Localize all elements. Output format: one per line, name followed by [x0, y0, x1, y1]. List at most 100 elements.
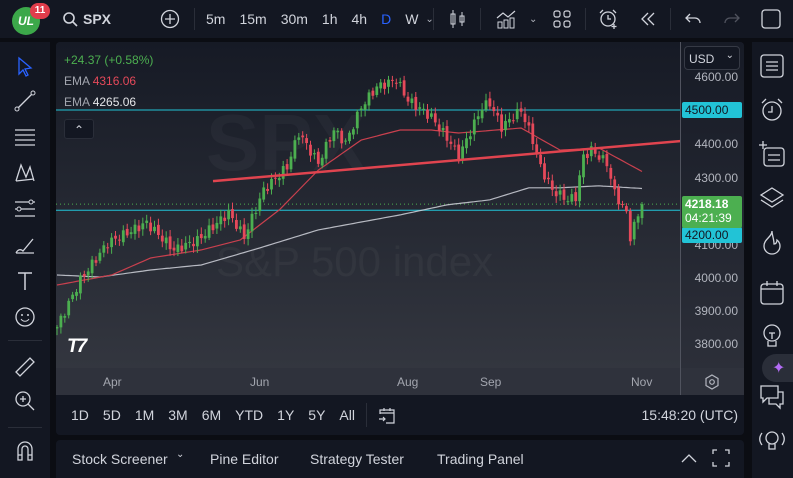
notification-badge[interactable]: 11	[30, 3, 50, 19]
rewind-icon	[641, 12, 655, 26]
candle-body	[613, 179, 617, 190]
zoom-in-icon[interactable]	[13, 389, 37, 413]
price-label: 4300.00	[694, 171, 738, 185]
pattern-icon[interactable]	[13, 161, 37, 185]
chart-type-button[interactable]	[449, 0, 467, 38]
candle-body	[410, 98, 414, 104]
settings-icon[interactable]	[704, 374, 720, 390]
time-axis[interactable]: Apr Jun Aug Sep Nov	[56, 368, 744, 395]
candle-body	[375, 86, 379, 95]
indicators-dropdown-icon[interactable]: ⌄	[529, 14, 537, 25]
cursor-icon[interactable]	[13, 55, 37, 79]
price-axis[interactable]: USD ⌄ 4600.00 4400.00 4300.00 4100.00 400…	[680, 42, 744, 368]
ideas-lightbulb-icon[interactable]	[758, 322, 786, 350]
candle-body	[527, 122, 531, 126]
signals-lightbulb-icon[interactable]	[758, 426, 786, 454]
tab-stock-screener[interactable]: Stock Screener	[72, 451, 168, 467]
level-4500-tag[interactable]: 4500.00	[682, 102, 742, 118]
range-5d[interactable]: 5D	[96, 407, 128, 423]
redo-button[interactable]	[724, 0, 740, 38]
timeframe-30m[interactable]: 30m	[274, 11, 315, 27]
goto-date-icon[interactable]	[377, 405, 397, 425]
timeframe-5m[interactable]: 5m	[199, 11, 232, 27]
candle-body	[59, 315, 63, 328]
candle-body	[387, 79, 390, 87]
emoji-icon[interactable]	[13, 305, 37, 329]
maximize-icon[interactable]	[712, 449, 730, 467]
timeframe-15m[interactable]: 15m	[232, 11, 273, 27]
ruler-icon[interactable]	[13, 355, 37, 379]
range-1d[interactable]: 1D	[64, 407, 96, 423]
range-ytd[interactable]: YTD	[228, 407, 270, 423]
compare-add-button[interactable]	[160, 0, 180, 38]
search-icon	[63, 12, 78, 27]
drawing-toolbar	[0, 42, 50, 478]
replay-button[interactable]	[640, 0, 656, 38]
watchlist-icon[interactable]	[758, 52, 786, 80]
alarm-clock-icon[interactable]	[758, 96, 786, 124]
candle-body	[476, 116, 480, 120]
layout-button[interactable]	[553, 0, 571, 38]
chart-plot-area[interactable]: SPX S&P 500 index +24.37 (+0.58%) EMA 43…	[56, 42, 680, 368]
candle-body	[324, 141, 328, 159]
candle-body	[340, 130, 344, 144]
candle-body	[394, 82, 398, 84]
ai-sparkle-button[interactable]: ✦	[762, 354, 793, 382]
timeframe-4h[interactable]: 4h	[345, 11, 375, 27]
add-list-icon[interactable]	[758, 140, 786, 168]
range-1y[interactable]: 1Y	[270, 407, 301, 423]
ema-50-legend[interactable]: EMA 4316.06	[64, 71, 153, 92]
candle-body	[67, 300, 71, 316]
candle-body	[480, 109, 484, 119]
legend: +24.37 (+0.58%) EMA 4316.06 EMA 4265.06	[64, 50, 153, 113]
bottom-panel: Stock Screener ⌄ Pine Editor Strategy Te…	[56, 440, 744, 478]
hotlist-flame-icon[interactable]	[758, 228, 786, 256]
symbol-search[interactable]: SPX	[62, 0, 111, 38]
calendar-icon[interactable]	[758, 278, 786, 306]
fib-icon[interactable]	[13, 197, 37, 221]
candle-body	[504, 120, 507, 131]
candle-body	[531, 123, 535, 144]
candle-body	[355, 111, 359, 129]
timeframe-1h[interactable]: 1h	[315, 11, 345, 27]
candle-body	[320, 157, 324, 166]
timeframe-group: 5m 15m 30m 1h 4h D W ⌄	[199, 0, 434, 38]
candle-body	[636, 216, 640, 223]
chevron-up-icon[interactable]	[680, 452, 698, 464]
clock[interactable]: 15:48:20 (UTC)	[642, 407, 738, 423]
currency-select[interactable]: USD ⌄	[684, 46, 740, 70]
range-5y[interactable]: 5Y	[301, 407, 332, 423]
alert-button[interactable]	[598, 0, 620, 38]
range-1m[interactable]: 1M	[128, 407, 161, 423]
range-3m[interactable]: 3M	[161, 407, 194, 423]
layers-icon[interactable]	[758, 184, 786, 212]
undo-button[interactable]	[685, 0, 701, 38]
grid-icon	[553, 10, 571, 28]
indicators-button[interactable]: ⌄	[495, 0, 537, 38]
ema-200-legend[interactable]: EMA 4265.06	[64, 92, 153, 113]
timeframe-w[interactable]: W	[398, 11, 425, 27]
level-4200-tag[interactable]: 4200.00	[682, 227, 742, 243]
top-toolbar: UL 11 SPX 5m 15m 30m 1h 4h D W ⌄ ⌄	[0, 0, 793, 38]
text-icon[interactable]	[13, 269, 37, 293]
collapse-legend-button[interactable]: ⌃	[64, 119, 94, 139]
candle-body	[461, 146, 464, 160]
fullscreen-button[interactable]	[761, 0, 781, 38]
brush-icon[interactable]	[13, 233, 37, 257]
candle-body	[235, 219, 238, 229]
trend-line-icon[interactable]	[13, 89, 37, 113]
candle-body	[219, 216, 223, 225]
chat-icon[interactable]	[758, 382, 786, 410]
magnet-icon[interactable]	[13, 439, 37, 463]
range-all[interactable]: All	[332, 407, 362, 423]
tab-strategy-tester[interactable]: Strategy Tester	[310, 451, 404, 467]
chevron-down-icon[interactable]: ⌄	[176, 449, 184, 460]
candle-body	[472, 119, 476, 135]
range-6m[interactable]: 6M	[195, 407, 228, 423]
candle-body	[574, 192, 578, 202]
candle-body	[192, 243, 195, 247]
tab-trading-panel[interactable]: Trading Panel	[437, 451, 524, 467]
horizontal-lines-icon[interactable]	[13, 125, 37, 149]
timeframe-d[interactable]: D	[374, 11, 398, 27]
tab-pine-editor[interactable]: Pine Editor	[210, 451, 278, 467]
